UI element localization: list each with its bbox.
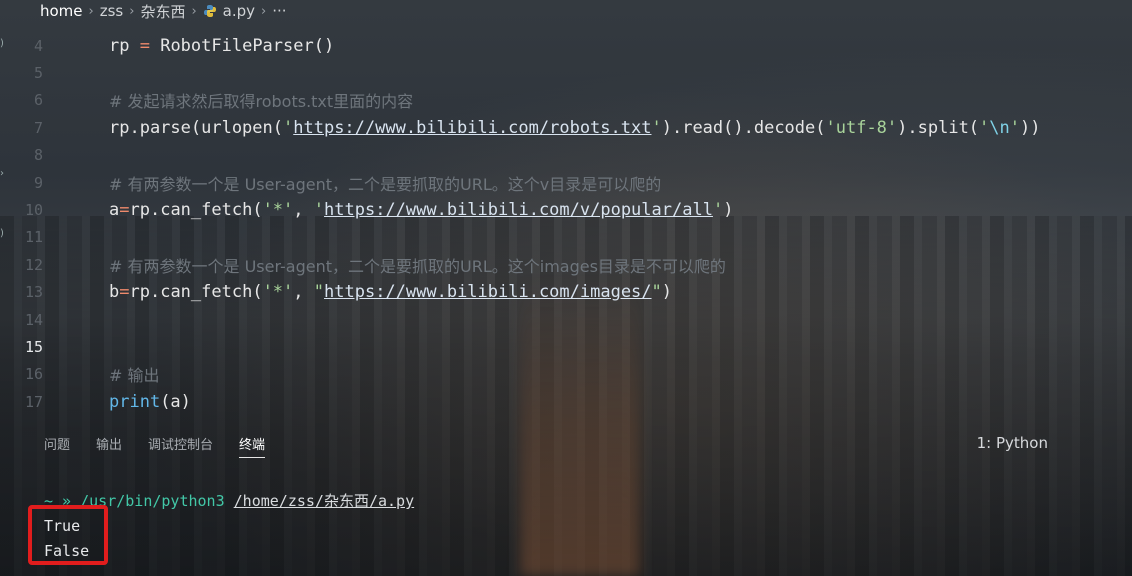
code-line[interactable]: 5 <box>0 59 1132 86</box>
terminal-select[interactable]: 1: Python <box>977 434 1048 452</box>
code-token-str: ' <box>313 199 325 220</box>
code-line[interactable]: 13 b=rp.can_fetch('*', "https://www.bilib… <box>0 279 1132 306</box>
breadcrumb-folder[interactable]: 杂东西 <box>140 1 185 22</box>
panel-tabs: 问题 输出 调试控制台 终端 <box>44 427 266 459</box>
line-number: 12 <box>24 255 43 274</box>
line-number: 7 <box>33 118 43 137</box>
code-token-str: " <box>313 282 325 303</box>
code-token-fn: )) <box>1020 117 1041 138</box>
code-line[interactable]: 11 <box>0 224 1132 251</box>
code-token-fn: ) <box>661 282 673 303</box>
code-token-str: ' <box>283 117 294 138</box>
tab-problems[interactable]: 问题 <box>44 434 70 453</box>
code-line[interactable]: 9 # 有两参数一个是 User-agent，二个是要抓取的URL。这个v目录是可… <box>0 169 1132 196</box>
line-number: 17 <box>24 392 43 411</box>
code-line[interactable]: 15 <box>0 333 1132 360</box>
tab-debug-console[interactable]: 调试控制台 <box>148 434 213 453</box>
line-number: 11 <box>24 228 43 247</box>
code-line[interactable]: 4 rp = RobotFileParser() <box>0 32 1132 59</box>
code-token-fn: rp.parse(urlopen( <box>109 117 283 138</box>
tab-terminal[interactable]: 终端 <box>239 434 266 458</box>
code-text: a=rp.can_fetch('*', 'https://www.bilibil… <box>109 200 733 220</box>
code-token-url[interactable]: https://www.bilibili.com/v/popular/all <box>324 200 713 220</box>
breadcrumb-file[interactable]: a.py <box>223 2 255 20</box>
highlight-annotation-box <box>28 505 108 565</box>
code-token-kw: print <box>109 391 161 412</box>
chevron-right-icon: › <box>191 3 197 19</box>
code-line[interactable]: 6 # 发起请求然后取得robots.txt里面的内容 <box>0 87 1132 114</box>
code-token-fn: ).split( <box>897 117 980 138</box>
line-number: 9 <box>33 173 43 192</box>
code-text: rp = RobotFileParser() <box>109 36 334 56</box>
code-line[interactable]: 14 <box>0 306 1132 333</box>
line-number: 16 <box>24 365 43 384</box>
code-text: # 有两参数一个是 User-agent，二个是要抓取的URL。这个images… <box>109 253 726 277</box>
code-token-str: ' <box>651 117 662 138</box>
code-text: b=rp.can_fetch('*', "https://www.bilibil… <box>109 282 672 302</box>
line-number: 4 <box>33 36 43 55</box>
code-token-cmt: # 输出 <box>109 366 160 386</box>
code-token-op: = <box>119 199 130 220</box>
code-line[interactable]: 7 rp.parse(urlopen('https://www.bilibili.… <box>0 114 1132 141</box>
code-token-cmt: # 有两参数一个是 User-agent，二个是要抓取的URL。这个images… <box>109 256 726 276</box>
code-token-str: '*' <box>262 282 294 303</box>
code-line[interactable]: 12 # 有两参数一个是 User-agent，二个是要抓取的URL。这个imag… <box>0 251 1132 278</box>
code-token-str: 'utf-8' <box>825 117 898 138</box>
line-number: 8 <box>33 146 43 165</box>
code-token-str: ' <box>979 117 990 138</box>
line-number: 6 <box>33 91 43 110</box>
chevron-right-icon: › <box>129 3 135 19</box>
code-token-fn: RobotFileParser() <box>149 35 335 56</box>
code-token-fn: ) <box>723 199 734 220</box>
terminal-file-link[interactable]: /home/zss/杂东西/a.py <box>234 492 414 510</box>
code-token-fn: ).read().decode( <box>661 117 826 138</box>
line-number: 14 <box>24 310 43 329</box>
code-token-esc: \n <box>989 117 1010 138</box>
code-token-cmt: # 发起请求然后取得robots.txt里面的内容 <box>109 92 414 112</box>
code-line[interactable]: 10 a=rp.can_fetch('*', 'https://www.bilib… <box>0 196 1132 223</box>
python-file-icon <box>203 5 216 17</box>
code-line[interactable]: 17 print(a) <box>0 388 1132 415</box>
code-token-url[interactable]: https://www.bilibili.com/images/ <box>324 282 652 302</box>
code-token-url[interactable]: https://www.bilibili.com/robots.txt <box>293 118 651 138</box>
breadcrumb-zss[interactable]: zss <box>100 2 124 20</box>
breadcrumb-more[interactable]: ··· <box>272 2 286 20</box>
code-text: # 有两参数一个是 User-agent，二个是要抓取的URL。这个v目录是可以… <box>109 171 661 195</box>
code-token-str: ' <box>1009 117 1021 138</box>
code-token-fn: , <box>293 282 314 303</box>
code-token-fn: rp.can_fetch( <box>129 199 263 220</box>
code-token-fn: rp <box>109 35 140 56</box>
code-token-fn: rp.can_fetch( <box>129 282 263 303</box>
code-text: # 输出 <box>109 362 160 386</box>
code-text: rp.parse(urlopen('https://www.bilibili.c… <box>109 118 1041 138</box>
code-line[interactable]: 16 # 输出 <box>0 361 1132 388</box>
line-number: 15 <box>24 337 43 356</box>
code-token-str: '*' <box>262 199 294 220</box>
code-token-fn: a <box>109 199 120 220</box>
code-token-op: = <box>119 282 130 303</box>
line-number: 13 <box>24 283 43 302</box>
code-token-fn: (a) <box>160 391 191 412</box>
tab-output[interactable]: 输出 <box>96 434 122 453</box>
code-token-cmt: # 有两参数一个是 User-agent，二个是要抓取的URL。这个v目录是可以… <box>109 174 662 194</box>
breadcrumb-home[interactable]: home <box>40 2 83 20</box>
line-number: 10 <box>24 200 43 219</box>
code-token-str: ' <box>712 199 724 220</box>
line-number: 5 <box>33 63 43 82</box>
code-text: # 发起请求然后取得robots.txt里面的内容 <box>109 88 413 112</box>
chevron-right-icon: › <box>88 3 94 19</box>
code-token-op: = <box>139 35 150 56</box>
code-token-str: " <box>651 282 662 303</box>
code-line[interactable]: 8 <box>0 142 1132 169</box>
code-text: print(a) <box>109 392 191 412</box>
breadcrumb: home › zss › 杂东西 › a.py › ··· <box>0 0 1132 22</box>
code-token-fn: b <box>109 282 120 303</box>
chevron-right-icon: › <box>261 3 267 19</box>
code-token-fn: , <box>293 199 314 220</box>
